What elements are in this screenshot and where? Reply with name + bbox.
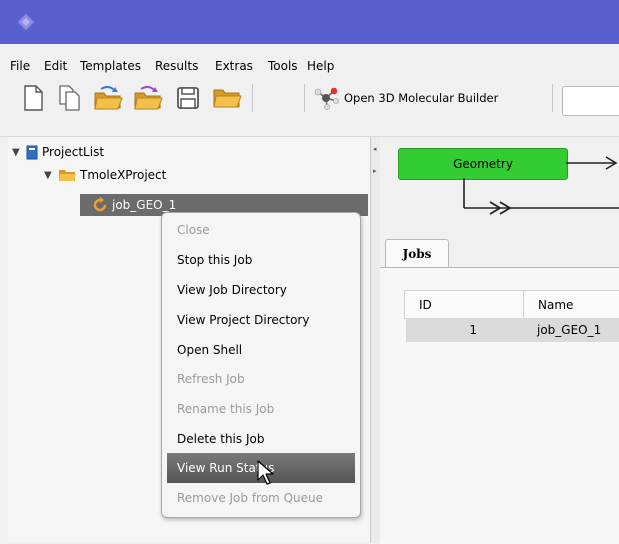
menu-item-stop-job[interactable]: Stop this Job xyxy=(167,245,355,275)
menu-help[interactable]: Help xyxy=(307,59,334,73)
open-folder-button[interactable] xyxy=(212,83,242,113)
tree-item-project[interactable]: ▼ TmoleXProject xyxy=(44,165,166,185)
floppy-disk-icon xyxy=(177,87,199,109)
menu-templates[interactable]: Templates xyxy=(80,59,141,73)
menu-edit[interactable]: Edit xyxy=(44,59,67,73)
copy-icon xyxy=(59,85,80,111)
toolbar-separator xyxy=(252,84,253,112)
molecular-builder-label: Open 3D Molecular Builder xyxy=(344,91,499,105)
menu-item-delete-job[interactable]: Delete this Job xyxy=(167,424,355,454)
expanded-arrow-icon[interactable]: ▼ xyxy=(12,147,26,158)
menu-item-remove-job-from-queue[interactable]: Remove Job from Queue xyxy=(167,483,355,513)
expanded-arrow-icon[interactable]: ▼ xyxy=(44,170,58,181)
geometry-step[interactable]: Geometry xyxy=(398,148,568,180)
tree-label-project: TmoleXProject xyxy=(80,168,167,182)
column-header-id[interactable]: ID xyxy=(404,290,524,319)
folder-icon xyxy=(59,170,76,181)
open-project-button[interactable] xyxy=(93,83,123,113)
project-list-icon xyxy=(26,145,38,159)
app-logo-icon xyxy=(17,13,35,31)
running-job-icon xyxy=(93,197,107,212)
mouse-pointer-icon xyxy=(257,460,274,485)
folder-icon xyxy=(213,89,242,108)
toolbar: Open 3D Molecular Builder xyxy=(0,76,619,137)
save-project-button[interactable] xyxy=(133,83,163,113)
tab-jobs[interactable]: Jobs xyxy=(385,239,449,268)
menu-results[interactable]: Results xyxy=(155,59,198,73)
tree-label-root: ProjectList xyxy=(42,145,105,159)
molecular-builder-button[interactable]: Open 3D Molecular Builder xyxy=(314,82,498,114)
table-cell-name[interactable]: job_GEO_1 xyxy=(523,318,619,342)
collapse-left-icon[interactable]: ◂ xyxy=(373,145,377,153)
jobs-tab-area: Jobs xyxy=(380,239,619,544)
collapse-right-icon[interactable]: ▸ xyxy=(373,167,377,175)
toolbar-separator xyxy=(304,84,305,112)
menu-bar: File Edit Templates Results Extras Tools… xyxy=(0,44,619,76)
tree-label-job: job_GEO_1 xyxy=(112,198,177,212)
menu-item-open-shell[interactable]: Open Shell xyxy=(167,335,355,365)
menu-extras[interactable]: Extras xyxy=(215,59,253,73)
menu-item-rename-job[interactable]: Rename this Job xyxy=(167,394,355,424)
toolbar-field[interactable] xyxy=(562,86,619,116)
menu-item-view-project-directory[interactable]: View Project Directory xyxy=(167,305,355,335)
folder-open-icon xyxy=(94,85,123,110)
menu-item-close[interactable]: Close xyxy=(167,215,355,245)
new-file-icon xyxy=(24,85,43,111)
toolbar-separator xyxy=(552,84,553,112)
molecule-icon xyxy=(314,87,339,110)
menu-item-refresh-job[interactable]: Refresh Job xyxy=(167,364,355,394)
copy-button[interactable] xyxy=(55,83,85,113)
workflow-return-arrow xyxy=(463,178,619,215)
folder-arrow-icon xyxy=(134,85,163,110)
tab-jobs-label: Jobs xyxy=(402,247,432,261)
menu-tools[interactable]: Tools xyxy=(268,59,298,73)
menu-file[interactable]: File xyxy=(10,59,30,73)
save-button[interactable] xyxy=(173,83,203,113)
jobs-table: ID Name 1 job_GEO_1 xyxy=(404,290,619,350)
title-bar xyxy=(0,0,619,44)
tree-item-projectlist[interactable]: ▼ ProjectList xyxy=(12,142,104,162)
column-header-name[interactable]: Name xyxy=(523,290,619,319)
table-cell-id[interactable]: 1 xyxy=(406,318,523,342)
menu-item-view-job-directory[interactable]: View Job Directory xyxy=(167,275,355,305)
geometry-step-label: Geometry xyxy=(453,157,513,171)
new-file-button[interactable] xyxy=(18,83,48,113)
